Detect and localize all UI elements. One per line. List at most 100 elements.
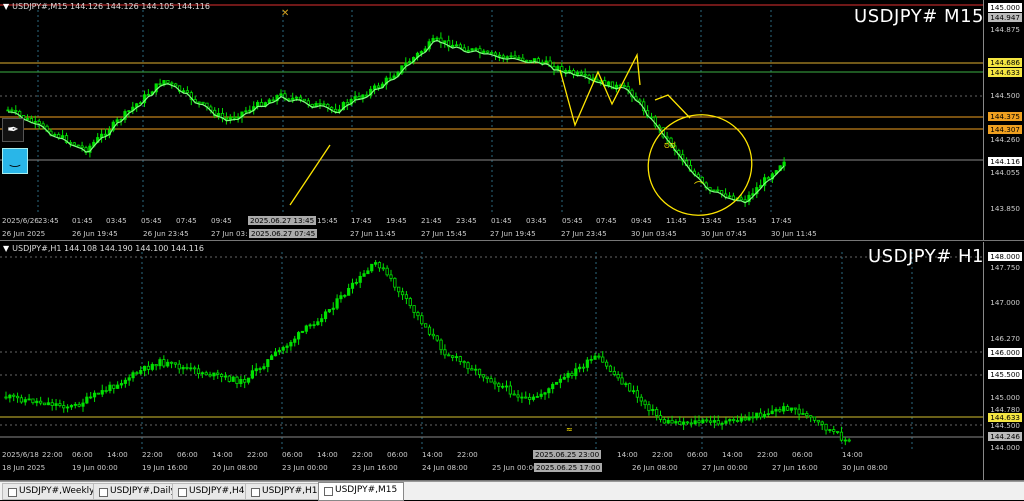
candle-body [743, 199, 747, 203]
tab-h4[interactable]: USDJPY#,H4 [172, 483, 252, 500]
collapse-arrow-icon[interactable]: ▼ [3, 244, 9, 253]
candle-body [543, 392, 547, 395]
candle-body [327, 309, 332, 313]
time-label: 26 Jun 2025 [2, 229, 46, 238]
price-axis[interactable]: 148.000 147.750 147.000 146.270 146.000 … [983, 242, 1024, 480]
candle-body [832, 429, 836, 432]
candle-body [685, 421, 690, 424]
time-label: 09:45 [211, 216, 232, 225]
candle-body [529, 59, 533, 62]
candle-body [574, 368, 578, 377]
candle-body [393, 277, 397, 288]
candle-body [628, 383, 632, 392]
candle-body [158, 83, 162, 86]
candle-body [682, 421, 686, 425]
time-label: 03:45 [526, 216, 547, 225]
time-label: 26 Jun 19:45 [72, 229, 118, 238]
time-label: 27 Jun 23:45 [561, 229, 607, 238]
candle-body [743, 417, 747, 421]
candle-body [544, 60, 548, 63]
candle-body [204, 372, 208, 376]
price-label: 148.000 [988, 252, 1022, 261]
candle-body [174, 83, 178, 87]
candle-body [42, 402, 47, 406]
candle-body [739, 417, 743, 422]
candle-body [443, 349, 447, 356]
time-label: 17:45 [351, 216, 372, 225]
time-label: 14:00 [842, 450, 863, 459]
candle-body [259, 102, 264, 107]
chart-pane-m15[interactable]: ಠಠ ⌒ ✕ ▼ USDJPY#,M15 144.126 144.126 144.10… [0, 0, 1024, 241]
candle-body [27, 398, 31, 401]
candle-body [254, 368, 258, 372]
price-label: 144.633 [988, 68, 1022, 77]
candle-body [605, 361, 609, 367]
candle-body [53, 134, 57, 136]
candle-body [196, 368, 201, 375]
candle-body [778, 409, 782, 412]
tab-weekly[interactable]: USDJPY#,Weekly [2, 483, 102, 500]
candle-body [4, 396, 8, 399]
candle-body [227, 375, 231, 382]
candle-body [345, 102, 349, 105]
price-label: 144.055 [990, 168, 1020, 177]
tab-daily[interactable]: USDJPY#,Daily [93, 483, 183, 500]
candle-body [243, 379, 247, 383]
candle-body [701, 419, 705, 424]
candle-body [208, 374, 212, 377]
price-label: 144.246 [988, 432, 1022, 441]
time-label: 2025/6/18 [2, 450, 39, 459]
time-label: 21:45 [421, 216, 442, 225]
price-axis[interactable]: 145.000 144.947 144.875 144.686 144.633 … [983, 0, 1024, 240]
time-label: 15:45 [317, 216, 338, 225]
candle-body [693, 420, 697, 425]
candle-body [279, 93, 283, 96]
candle-body [622, 85, 626, 87]
tab-h1[interactable]: USDJPY#,H1 [245, 483, 325, 500]
candle-body [816, 419, 820, 423]
chart-background [0, 242, 984, 480]
candle-body [116, 384, 120, 389]
candle-body [528, 396, 532, 400]
candle-body [485, 376, 489, 380]
candle-body [493, 381, 497, 385]
candle-body [727, 195, 732, 198]
candle-body [597, 355, 601, 358]
candle-body [73, 403, 77, 406]
candle-body [447, 354, 451, 357]
candle-body [400, 291, 405, 296]
candle-body [554, 381, 559, 385]
candle-body [258, 368, 262, 370]
candle-body [212, 372, 216, 377]
candle-body [674, 421, 678, 424]
candle-body [789, 407, 794, 411]
candle-body [539, 393, 543, 397]
candle-body [291, 97, 295, 100]
chart-pane-h1[interactable]: ≈ ▼ USDJPY#,H1 144.108 144.190 144.100 14… [0, 242, 1024, 481]
tab-m15[interactable]: USDJPY#,M15 [318, 482, 405, 501]
candle-body [173, 362, 177, 365]
candle-body [747, 416, 751, 421]
time-label: 06:00 [177, 450, 198, 459]
time-label: 06:00 [792, 450, 813, 459]
candle-body [581, 366, 586, 369]
candlestick-chart-h1[interactable]: ≈ [0, 242, 984, 480]
candle-body [37, 120, 41, 125]
candle-body [12, 394, 16, 397]
candle-body [193, 367, 197, 370]
candlestick-chart-m15[interactable]: ಠಠ ⌒ ✕ [0, 0, 984, 240]
time-label: 2025.06.27 07:45 [249, 229, 318, 238]
time-label: 2025.06.25 17:00 [534, 463, 603, 472]
candle-body [462, 361, 466, 364]
time-label: 22:00 [457, 450, 478, 459]
candle-body [296, 332, 301, 340]
smile-icon[interactable]: ‿ [2, 148, 28, 174]
pen-tool-icon[interactable]: ✒ [2, 118, 24, 142]
collapse-arrow-icon[interactable]: ▼ [3, 2, 9, 11]
candle-body [454, 44, 459, 47]
candle-body [343, 294, 347, 297]
candle-body [273, 351, 278, 357]
candle-body [353, 96, 357, 100]
candle-body [716, 189, 720, 192]
candle-body [697, 420, 701, 424]
